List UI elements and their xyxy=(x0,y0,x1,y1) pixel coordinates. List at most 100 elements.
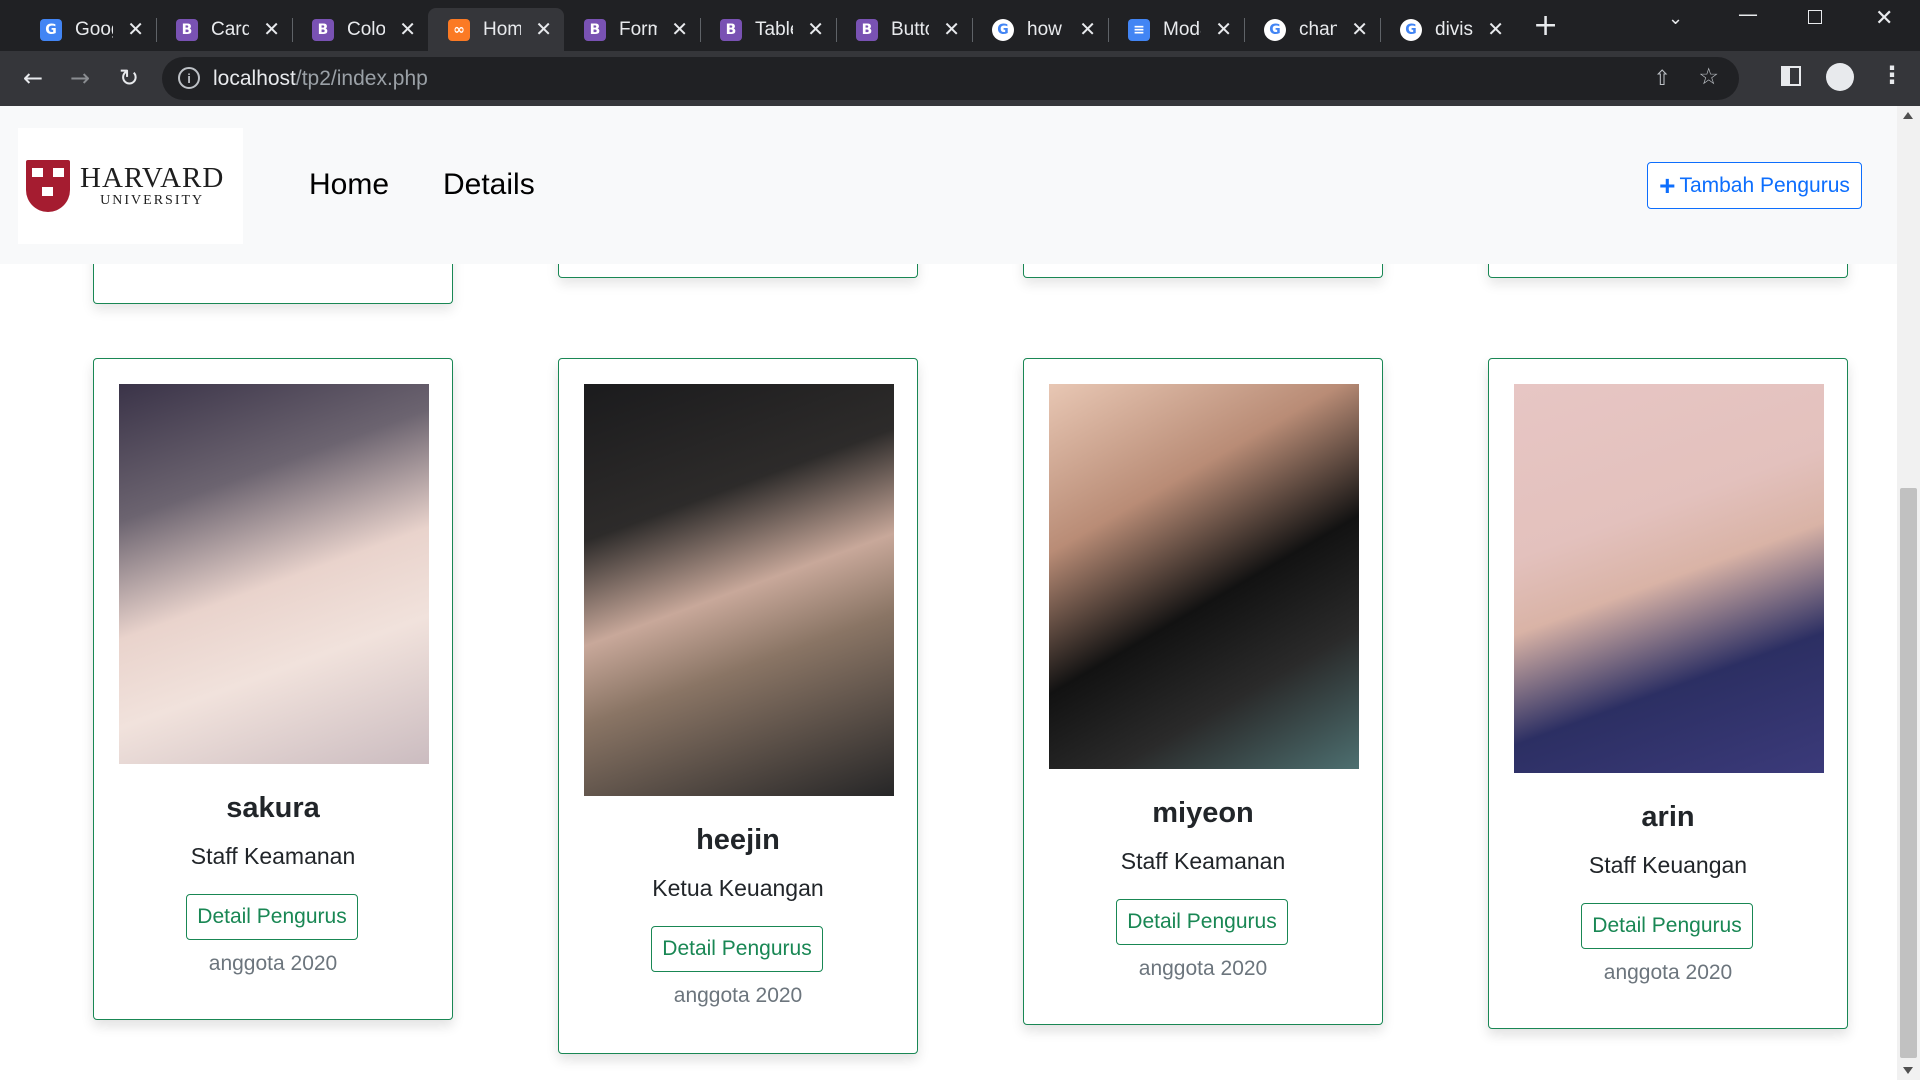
detail-pengurus-button[interactable]: Detail Pengurus xyxy=(1116,899,1288,945)
tab-close-icon[interactable]: ✕ xyxy=(807,18,824,40)
detail-pengurus-button[interactable]: Detail Pengurus xyxy=(651,926,823,972)
bootstrap-icon: B xyxy=(584,18,606,41)
bootstrap-icon: B xyxy=(176,18,198,41)
detail-pengurus-button[interactable]: Detail Pengurus xyxy=(1581,903,1753,949)
browser-toolbar: ← → ↻ i localhost/tp2/index.php ⇧ ☆ ⋮ xyxy=(0,51,1920,106)
tab-close-icon[interactable]: ✕ xyxy=(943,18,960,40)
tab-title: Tables xyxy=(755,18,793,40)
member-photo xyxy=(119,384,429,764)
tab-tables[interactable]: B Tables ✕ xyxy=(700,8,836,51)
url-host: localhost xyxy=(213,67,296,90)
plus-icon: + xyxy=(1659,169,1676,201)
harvard-logo[interactable]: HARVARD UNIVERSITY xyxy=(18,128,243,244)
nav-link-details[interactable]: Details xyxy=(443,168,535,202)
new-tab-icon[interactable]: + xyxy=(1533,10,1558,42)
google-icon: G xyxy=(1264,18,1286,41)
member-card: heejin Ketua Keuangan Detail Pengurus anggo… xyxy=(558,358,918,1054)
member-year: anggota 2020 xyxy=(673,984,803,1007)
bookmark-star-icon[interactable]: ☆ xyxy=(1698,64,1719,90)
tab-title: Cards xyxy=(211,18,249,40)
menu-kebab-icon[interactable]: ⋮ xyxy=(1880,61,1904,89)
bootstrap-icon: B xyxy=(312,18,334,41)
add-pengurus-button[interactable]: + Tambah Pengurus xyxy=(1647,162,1862,209)
tab-close-icon[interactable]: ✕ xyxy=(1079,18,1096,40)
member-role: Staff Keamanan xyxy=(190,843,356,869)
restore-icon[interactable] xyxy=(1808,10,1822,24)
tab-title: Modal xyxy=(1163,18,1201,40)
tab-buttons[interactable]: B Buttons ✕ xyxy=(836,8,972,51)
tab-divisi[interactable]: Gdivisi ✕ xyxy=(1380,8,1516,51)
tab-close-icon[interactable]: ✕ xyxy=(399,18,416,40)
add-pengurus-label: Tambah Pengurus xyxy=(1679,173,1850,197)
google-icon: G xyxy=(992,18,1014,41)
page-scrollbar[interactable] xyxy=(1897,106,1920,1080)
close-window-icon[interactable]: ✕ xyxy=(1875,6,1893,31)
tab-home[interactable]: ∞ Home ✕ xyxy=(428,8,564,51)
tab-title: Home xyxy=(483,18,521,40)
member-year: anggota 2020 xyxy=(1603,961,1733,984)
member-name: sakura xyxy=(226,792,320,824)
share-icon[interactable]: ⇧ xyxy=(1653,66,1671,90)
back-icon[interactable]: ← xyxy=(16,61,50,95)
tab-forms[interactable]: B Forms ✕ xyxy=(564,8,700,51)
member-year: anggota 2020 xyxy=(208,952,338,975)
member-name: miyeon xyxy=(1152,797,1254,829)
member-name: arin xyxy=(1641,801,1695,833)
tab-title: Forms xyxy=(619,18,657,40)
member-card: sakura Staff Keamanan Detail Pengurus anggo… xyxy=(93,358,453,1020)
google-icon: G xyxy=(1400,18,1422,41)
tab-close-icon[interactable]: ✕ xyxy=(127,18,144,40)
tab-change[interactable]: Gchange ✕ xyxy=(1244,8,1380,51)
tab-close-icon[interactable]: ✕ xyxy=(1215,18,1232,40)
scroll-up-icon[interactable] xyxy=(1903,112,1913,119)
member-role: Ketua Keuangan xyxy=(652,875,824,901)
tab-how[interactable]: Ghow ✕ xyxy=(972,8,1108,51)
tab-close-icon[interactable]: ✕ xyxy=(263,18,280,40)
bootstrap-icon: B xyxy=(720,18,742,41)
logo-title: HARVARD xyxy=(80,162,225,194)
harvard-shield-icon xyxy=(26,160,70,212)
address-bar[interactable]: i localhost/tp2/index.php ⇧ ☆ xyxy=(162,57,1739,100)
tab-close-icon[interactable]: ✕ xyxy=(671,18,688,40)
member-photo xyxy=(1514,384,1824,773)
tab-title: Buttons xyxy=(891,18,929,40)
scrollbar-thumb[interactable] xyxy=(1900,488,1917,1058)
tab-title: Colors xyxy=(347,18,385,40)
minimize-icon[interactable]: — xyxy=(1738,2,1758,26)
xampp-icon: ∞ xyxy=(448,18,470,41)
reload-icon[interactable]: ↻ xyxy=(112,61,146,95)
scroll-down-icon[interactable] xyxy=(1903,1067,1913,1074)
navbar: HARVARD UNIVERSITY Home Details + Tambah… xyxy=(0,106,1897,264)
tab-search-icon[interactable]: ⌄ xyxy=(1668,8,1683,29)
url-path: /tp2/index.php xyxy=(295,67,428,90)
member-role: Staff Keuangan xyxy=(1588,852,1748,878)
tab-title: change xyxy=(1299,18,1337,40)
member-role: Staff Keamanan xyxy=(1120,848,1286,874)
detail-pengurus-button[interactable]: Detail Pengurus xyxy=(186,894,358,940)
google-translate-icon: G xyxy=(40,18,62,41)
profile-avatar-icon[interactable] xyxy=(1826,63,1854,91)
tab-title: divisi xyxy=(1435,18,1473,40)
member-name: heejin xyxy=(696,824,780,856)
tab-google-translate[interactable]: G Google Translate ✕ xyxy=(20,8,156,51)
tab-colors[interactable]: B Colors ✕ xyxy=(292,8,428,51)
nav-link-home[interactable]: Home xyxy=(309,168,389,202)
member-card: miyeon Staff Keamanan Detail Pengurus anggo… xyxy=(1023,358,1383,1025)
member-year: anggota 2020 xyxy=(1138,957,1268,980)
url-text[interactable]: localhost/tp2/index.php xyxy=(213,67,428,91)
tab-close-icon[interactable]: ✕ xyxy=(1487,18,1504,40)
side-panel-icon[interactable] xyxy=(1781,66,1801,86)
member-card: arin Staff Keuangan Detail Pengurus anggota… xyxy=(1488,358,1848,1029)
member-photo xyxy=(1049,384,1359,769)
logo-subtitle: UNIVERSITY xyxy=(100,193,205,208)
forward-icon[interactable]: → xyxy=(63,61,97,95)
tab-modal[interactable]: ≡ Modal ✕ xyxy=(1108,8,1244,51)
site-info-icon[interactable]: i xyxy=(178,67,200,89)
bootstrap-icon: B xyxy=(856,18,878,41)
tab-title: how xyxy=(1027,18,1062,40)
member-photo xyxy=(584,384,894,796)
tab-cards[interactable]: B Cards ✕ xyxy=(156,8,292,51)
google-docs-icon: ≡ xyxy=(1128,18,1150,41)
tab-close-icon[interactable]: ✕ xyxy=(535,18,552,40)
tab-close-icon[interactable]: ✕ xyxy=(1351,18,1368,40)
